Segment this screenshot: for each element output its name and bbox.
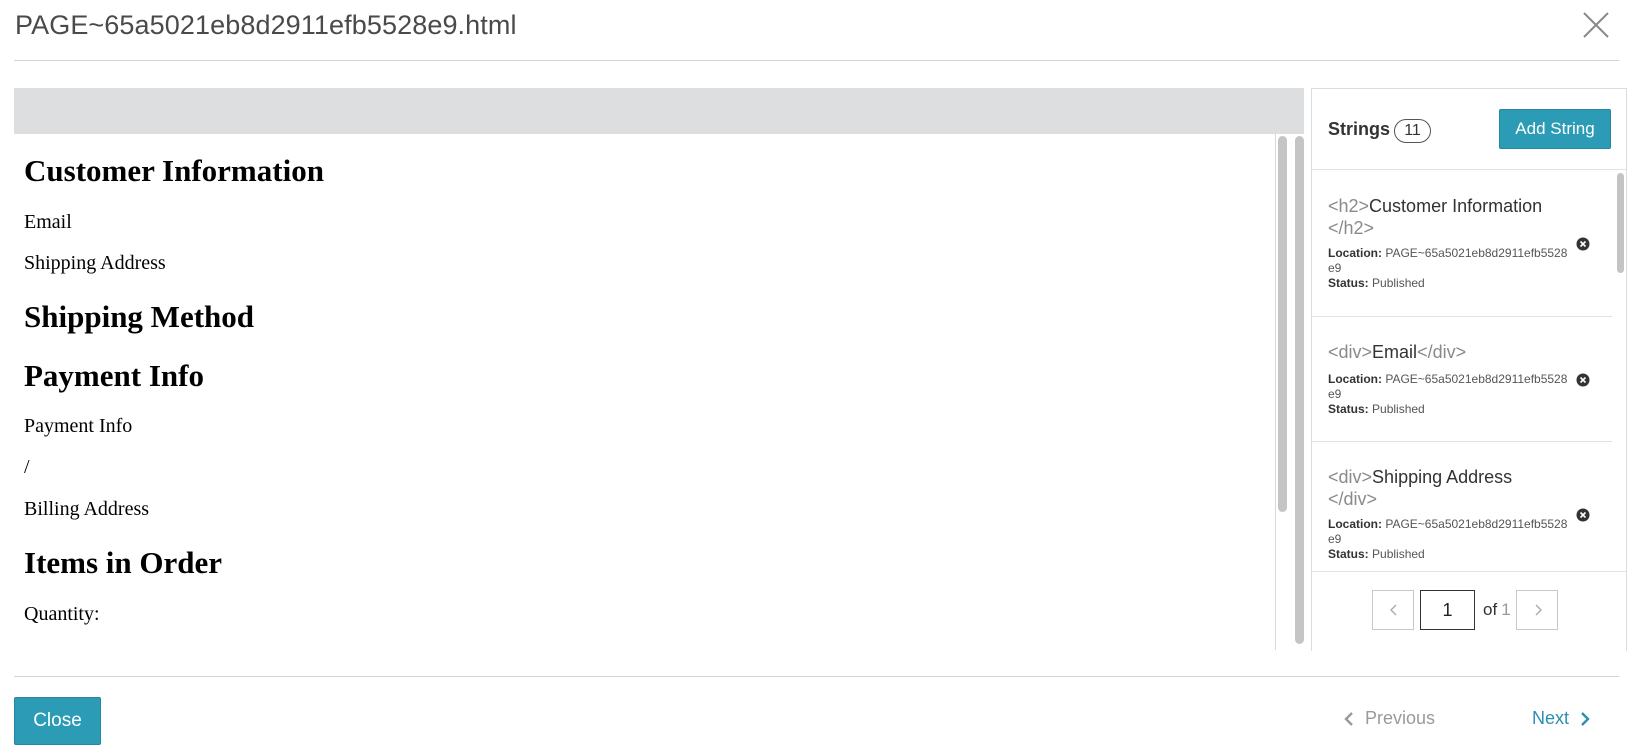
strings-panel: Strings 11 Add String <h2>Customer Infor… [1311,88,1627,651]
string-open-tag: <div> [1328,342,1373,362]
close-button[interactable]: Close [14,697,101,745]
string-meta: Location: PAGE~65a5021eb8d2911efb5528e9 S… [1328,372,1568,417]
string-text: Customer Information [1369,196,1543,216]
preview-heading: Items in Order [24,545,223,580]
string-code: <h2>Customer Information </h2> [1328,195,1568,239]
string-text: Shipping Address [1372,467,1513,487]
string-close-tag: </h2> [1328,218,1375,238]
preview-text: Billing Address [24,498,150,520]
chevron-left-icon [1390,604,1397,616]
page-preview: Customer Information Email Shipping Addr… [14,88,1304,650]
status-label: Status: [1328,402,1369,416]
preview-text: Email [24,211,72,233]
string-text: Email [1372,342,1418,362]
string-item[interactable]: <h2>Customer Information </h2> Location: … [1312,171,1612,317]
strings-title: Strings [1328,119,1391,139]
pager-of-text: of [1483,600,1498,619]
string-status: Published [1372,402,1425,416]
string-code: <div>Shipping Address </div> [1328,466,1568,510]
previous-link[interactable]: Previous [1343,708,1435,729]
preview-toolbar [14,88,1304,134]
preview-text: Quantity: [24,603,100,625]
string-meta: Location: PAGE~65a5021eb8d2911efb5528e9 S… [1328,517,1568,562]
status-label: Status: [1328,547,1369,561]
pager-of-label: of 1 [1483,600,1511,620]
string-open-tag: <div> [1328,467,1373,487]
previous-label: Previous [1365,708,1436,728]
preview-text: Payment Info [24,415,133,437]
string-status: Published [1372,276,1425,290]
next-link[interactable]: Next [1532,708,1591,729]
strings-scrollbar[interactable] [1617,173,1624,273]
preview-heading: Customer Information [24,153,324,188]
location-label: Location: [1328,246,1382,260]
chevron-left-icon [1344,711,1353,726]
strings-list: <h2>Customer Information </h2> Location: … [1312,171,1612,571]
string-item[interactable]: <div>Email</div> Location: PAGE~65a5021e… [1312,317,1612,442]
string-close-tag: </div> [1417,342,1467,362]
preview-content: Customer Information Email Shipping Addr… [14,134,1274,650]
strings-count-badge: 11 [1394,119,1431,143]
next-label: Next [1532,708,1570,728]
pager-total: 1 [1501,600,1511,619]
chevron-right-icon [1581,711,1590,726]
string-item[interactable]: <div>Shipping Address </div> Location: PA… [1312,442,1612,571]
preview-text: Shipping Address [24,252,166,274]
close-icon[interactable] [1581,10,1611,40]
strings-header: Strings 11 Add String [1312,89,1626,170]
pager-page-input[interactable] [1420,590,1475,630]
status-label: Status: [1328,276,1369,290]
strings-pager: of1 [1312,571,1626,651]
modal-footer-divider [14,676,1619,677]
pager-next-button[interactable] [1516,590,1558,630]
string-open-tag: <h2> [1328,196,1370,216]
add-string-button[interactable]: Add String [1499,109,1611,149]
location-label: Location: [1328,372,1382,386]
preview-heading: Payment Info [24,358,204,393]
string-meta: Location: PAGE~65a5021eb8d2911efb5528e9 S… [1328,246,1568,291]
remove-string-icon[interactable] [1576,237,1590,251]
remove-string-icon[interactable] [1576,373,1590,387]
modal-title: PAGE~65a5021eb8d2911efb5528e9.html [15,10,517,40]
string-close-tag: </div> [1328,489,1378,509]
pager-prev-button[interactable] [1372,590,1414,630]
preview-inner-scrollbar[interactable] [1278,136,1287,512]
preview-outer-scrollbar[interactable] [1295,136,1304,644]
location-label: Location: [1328,517,1382,531]
modal-header: PAGE~65a5021eb8d2911efb5528e9.html [14,0,1619,61]
preview-heading: Shipping Method [24,299,255,334]
string-code: <div>Email</div> [1328,341,1568,363]
remove-string-icon[interactable] [1576,508,1590,522]
chevron-right-icon [1535,604,1542,616]
preview-text: / [24,456,30,478]
string-status: Published [1372,547,1425,561]
